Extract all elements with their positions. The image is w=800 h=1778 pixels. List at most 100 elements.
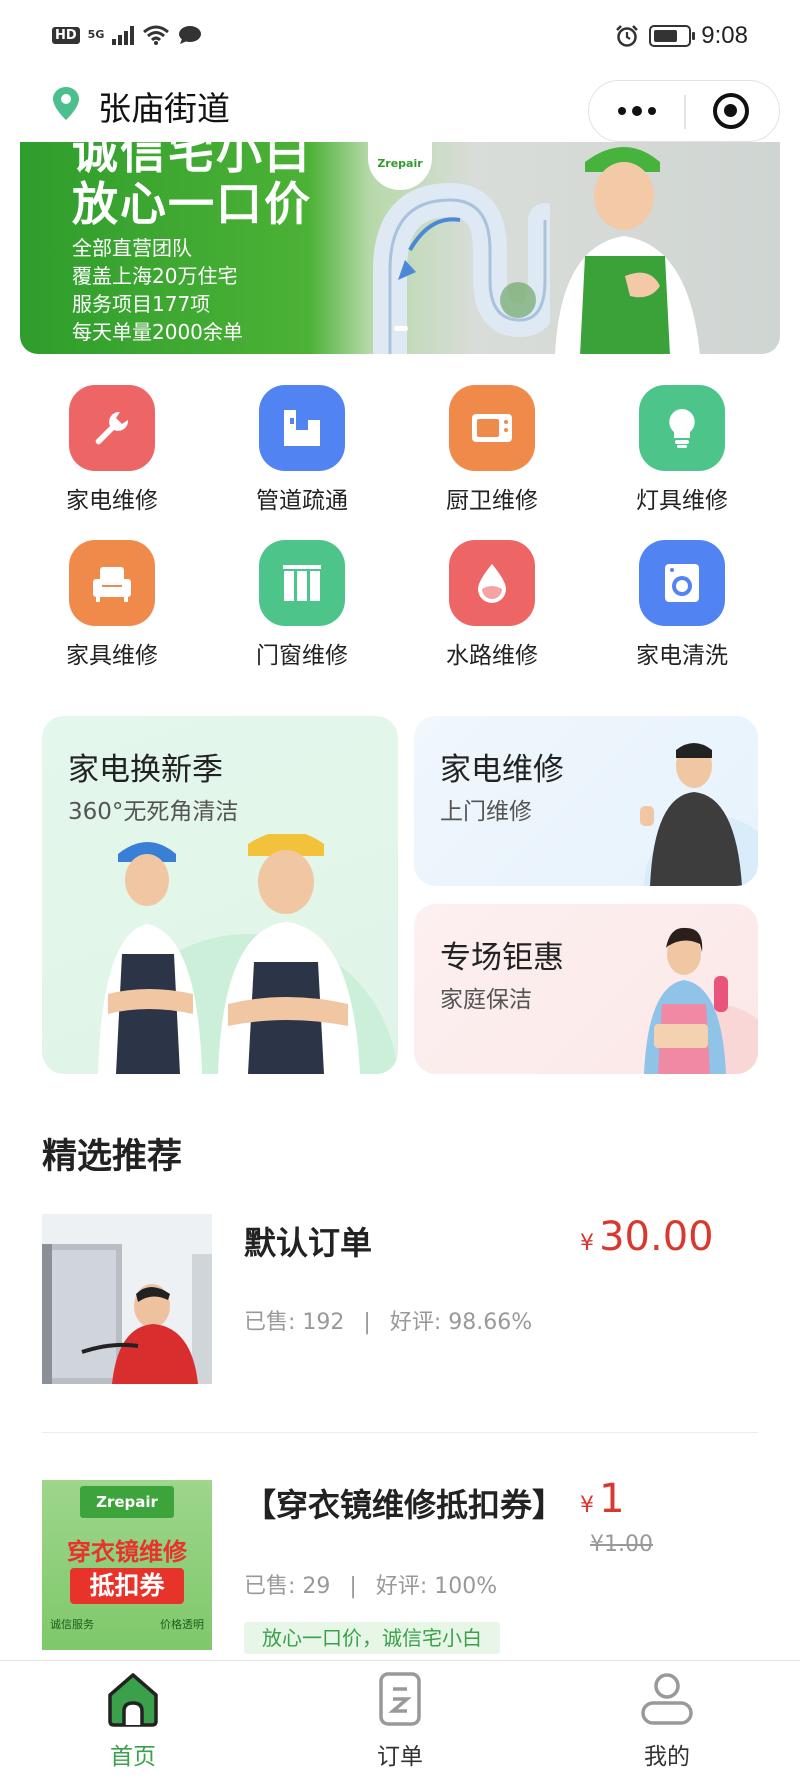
wrench-icon: [95, 411, 129, 445]
location-name[interactable]: 张庙街道: [98, 82, 230, 130]
category-icon-bg: [449, 540, 535, 626]
coupon-logo: Zrepair: [80, 1486, 174, 1518]
category-icon-bg: [69, 385, 155, 471]
network-type: 5G: [87, 28, 105, 41]
category-label: 门窗维修: [256, 643, 348, 669]
category-kitchen-bath[interactable]: 厨卫维修: [412, 385, 572, 515]
price-value: 1: [599, 1476, 625, 1522]
tab-label: 我的: [644, 1744, 690, 1770]
stats-separator: |: [363, 1310, 371, 1335]
promo-card-renewal[interactable]: 家电换新季 360°无死角清洁: [42, 716, 398, 1074]
stats-separator: |: [349, 1574, 357, 1599]
washer-icon: [665, 564, 699, 602]
product-tag: 放心一口价，诚信宅小白: [244, 1622, 500, 1654]
product-stats: 已售: 29 | 好评: 100%: [244, 1568, 497, 1600]
price-currency: ¥: [580, 1231, 594, 1256]
tab-mine[interactable]: 我的: [607, 1671, 727, 1771]
product-title[interactable]: 默认订单: [244, 1218, 372, 1264]
promo-subtitle: 上门维修: [440, 799, 532, 825]
fridge-repair-photo: [42, 1214, 212, 1384]
category-lighting[interactable]: 灯具维修: [602, 385, 762, 515]
banner-slogan-2: 放心一口价: [72, 177, 312, 231]
signal-icon: [112, 25, 135, 45]
rating: 好评: 98.66%: [389, 1310, 533, 1335]
worker-illustration: [555, 147, 700, 354]
hd-indicator: HD: [52, 26, 80, 44]
product-price: ¥ 30.00: [580, 1214, 714, 1260]
promo-title: 家电换新季: [68, 752, 223, 788]
category-icon-bg: [259, 540, 345, 626]
product-image[interactable]: [42, 1214, 212, 1384]
workers-illustration: [98, 834, 398, 1074]
category-door-window[interactable]: 门窗维修: [222, 540, 382, 670]
category-label: 水路维修: [446, 643, 538, 669]
list-divider: [42, 1432, 758, 1433]
pipe-icon: [284, 410, 320, 446]
category-appliance-repair[interactable]: 家电维修: [32, 385, 192, 515]
wifi-icon: [143, 25, 170, 45]
category-label: 家具维修: [66, 643, 158, 669]
banner-line-2: 覆盖上海20万住宅: [72, 264, 238, 288]
rating: 好评: 100%: [375, 1574, 498, 1599]
price-currency: ¥: [580, 1493, 594, 1518]
category-label: 家电维修: [66, 488, 158, 514]
category-water-repair[interactable]: 水路维修: [412, 540, 572, 670]
banner-line-1: 全部直营团队: [72, 236, 192, 260]
promo-title: 专场钜惠: [440, 940, 564, 976]
repairman-illustration: [640, 743, 758, 886]
sold-count: 已售: 29: [244, 1574, 331, 1599]
coupon-badge-2: 价格透明: [160, 1618, 204, 1631]
price-value: 30.00: [599, 1214, 714, 1260]
promo-banner[interactable]: 诚信宅小白 放心一口价 全部直营团队 覆盖上海20万住宅 服务项目177项 每天…: [20, 142, 780, 354]
promo-subtitle: 家庭保洁: [440, 987, 532, 1013]
status-bar: HD 5G 9:08: [0, 0, 800, 78]
status-time: 9:08: [701, 22, 748, 49]
home-icon: [108, 1673, 158, 1727]
order-icon: [379, 1672, 421, 1726]
location-pin-icon[interactable]: [52, 86, 80, 122]
battery-icon: [649, 25, 696, 47]
promo-subtitle: 360°无死角清洁: [68, 799, 239, 825]
product-price: ¥ 1: [580, 1476, 625, 1522]
tab-orders[interactable]: 订单: [340, 1671, 460, 1771]
product-image[interactable]: Zrepair 穿衣镜维修 抵扣券 诚信服务 价格透明: [42, 1480, 212, 1650]
category-label: 家电清洗: [636, 643, 728, 669]
banner-line-3: 服务项目177项: [72, 292, 211, 316]
coupon-badge-1: 诚信服务: [50, 1618, 94, 1631]
user-icon: [641, 1673, 693, 1725]
category-appliance-cleaning[interactable]: 家电清洗: [602, 540, 762, 670]
category-label: 灯具维修: [636, 488, 728, 514]
water-drop-icon: [478, 564, 506, 603]
cleaner-illustration: [644, 927, 758, 1074]
app-header: 张庙街道: [0, 78, 800, 144]
promo-card-repair[interactable]: 家电维修 上门维修: [414, 716, 758, 886]
bottom-tab-bar: 首页 订单 我的: [0, 1660, 800, 1778]
category-furniture-repair[interactable]: 家具维修: [32, 540, 192, 670]
product-title[interactable]: 【穿衣镜维修抵扣券】: [244, 1480, 564, 1526]
tab-label: 订单: [377, 1744, 423, 1770]
more-menu-button[interactable]: [589, 81, 684, 141]
banner-line-4: 每天单量2000余单: [72, 320, 243, 344]
promo-title: 家电维修: [440, 752, 564, 788]
section-title: 精选推荐: [42, 1137, 183, 1177]
microwave-icon: [472, 414, 512, 442]
sofa-icon: [93, 567, 131, 602]
coupon-line-1: 穿衣镜维修: [67, 1538, 187, 1566]
tab-label: 首页: [110, 1744, 156, 1770]
miniprogram-capsule: [588, 80, 780, 142]
category-icon-bg: [69, 540, 155, 626]
product-stats: 已售: 192 | 好评: 98.66%: [244, 1304, 532, 1336]
bulb-icon: [669, 409, 695, 448]
tab-home[interactable]: 首页: [73, 1671, 193, 1771]
category-icon-bg: [449, 385, 535, 471]
category-label: 管道疏通: [256, 488, 348, 514]
pipe-illustration: [373, 182, 550, 354]
coupon-badges: 诚信服务 价格透明: [50, 1616, 204, 1632]
category-pipe-dredging[interactable]: 管道疏通: [222, 385, 382, 515]
close-miniprogram-button[interactable]: [713, 93, 749, 129]
sold-count: 已售: 192: [244, 1310, 345, 1335]
coupon-line-2: 抵扣券: [70, 1568, 184, 1604]
original-price: ¥1.00: [590, 1532, 653, 1557]
category-icon-bg: [639, 385, 725, 471]
promo-card-cleaning[interactable]: 专场钜惠 家庭保洁: [414, 904, 758, 1074]
